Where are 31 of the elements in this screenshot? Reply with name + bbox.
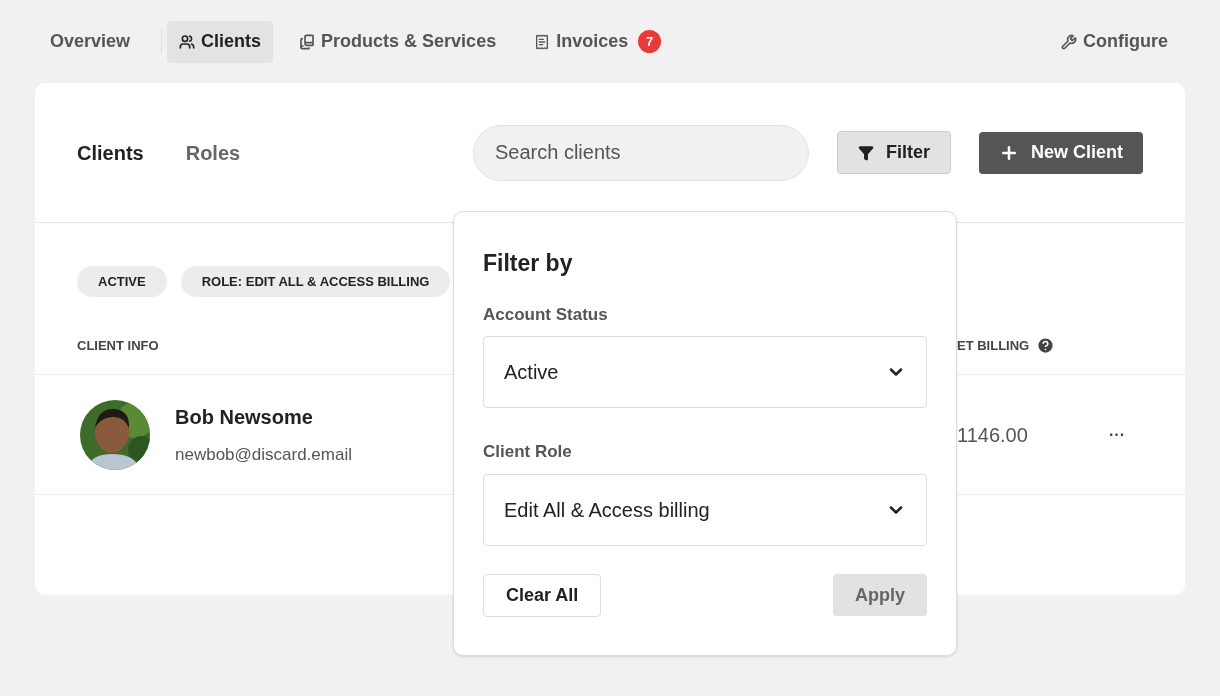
field-label: Account Status (483, 303, 609, 326)
field-label: Client Role (483, 441, 573, 463)
popover-title: Filter by (483, 249, 574, 278)
people-icon (179, 33, 196, 50)
count-badge: 7 (638, 30, 662, 53)
column-header: ET BILLING (957, 336, 1030, 355)
new-client-button[interactable]: New Client (979, 131, 1143, 174)
help-icon (1036, 336, 1056, 355)
client-email: newbob@discard.email (175, 443, 352, 466)
configure-button[interactable]: Configure (1061, 28, 1168, 55)
filter-icon (857, 144, 874, 161)
filter-chip: ACTIVE (77, 266, 167, 297)
client-name: Bob Newsome (175, 404, 314, 430)
section-tab[interactable]: Roles (185, 137, 241, 168)
nav-tab[interactable]: Clients (167, 20, 274, 63)
clear-all-button[interactable]: Clear All (483, 573, 602, 617)
column-header: CLIENT INFO (77, 336, 160, 355)
select-field[interactable]: Active (483, 336, 927, 408)
search-field[interactable]: Search clients (472, 124, 809, 181)
more-button[interactable]: ··· (1109, 422, 1125, 447)
nav-tab[interactable]: Products & Services (287, 20, 509, 63)
section-tab[interactable]: Clients (77, 137, 144, 168)
invoice-icon (534, 33, 551, 50)
select-field[interactable]: Edit All & Access billing (483, 473, 927, 546)
filter-button[interactable]: Filter (836, 131, 951, 174)
books-icon (299, 33, 316, 50)
wrench-icon (1061, 33, 1077, 50)
filter-chip: ROLE: EDIT ALL & ACCESS BILLING (180, 266, 451, 297)
nav-tab[interactable]: Overview (38, 20, 143, 63)
billing-amount: 1146.00 (957, 422, 1029, 448)
nav-tab[interactable]: Invoices 7 (522, 20, 674, 63)
